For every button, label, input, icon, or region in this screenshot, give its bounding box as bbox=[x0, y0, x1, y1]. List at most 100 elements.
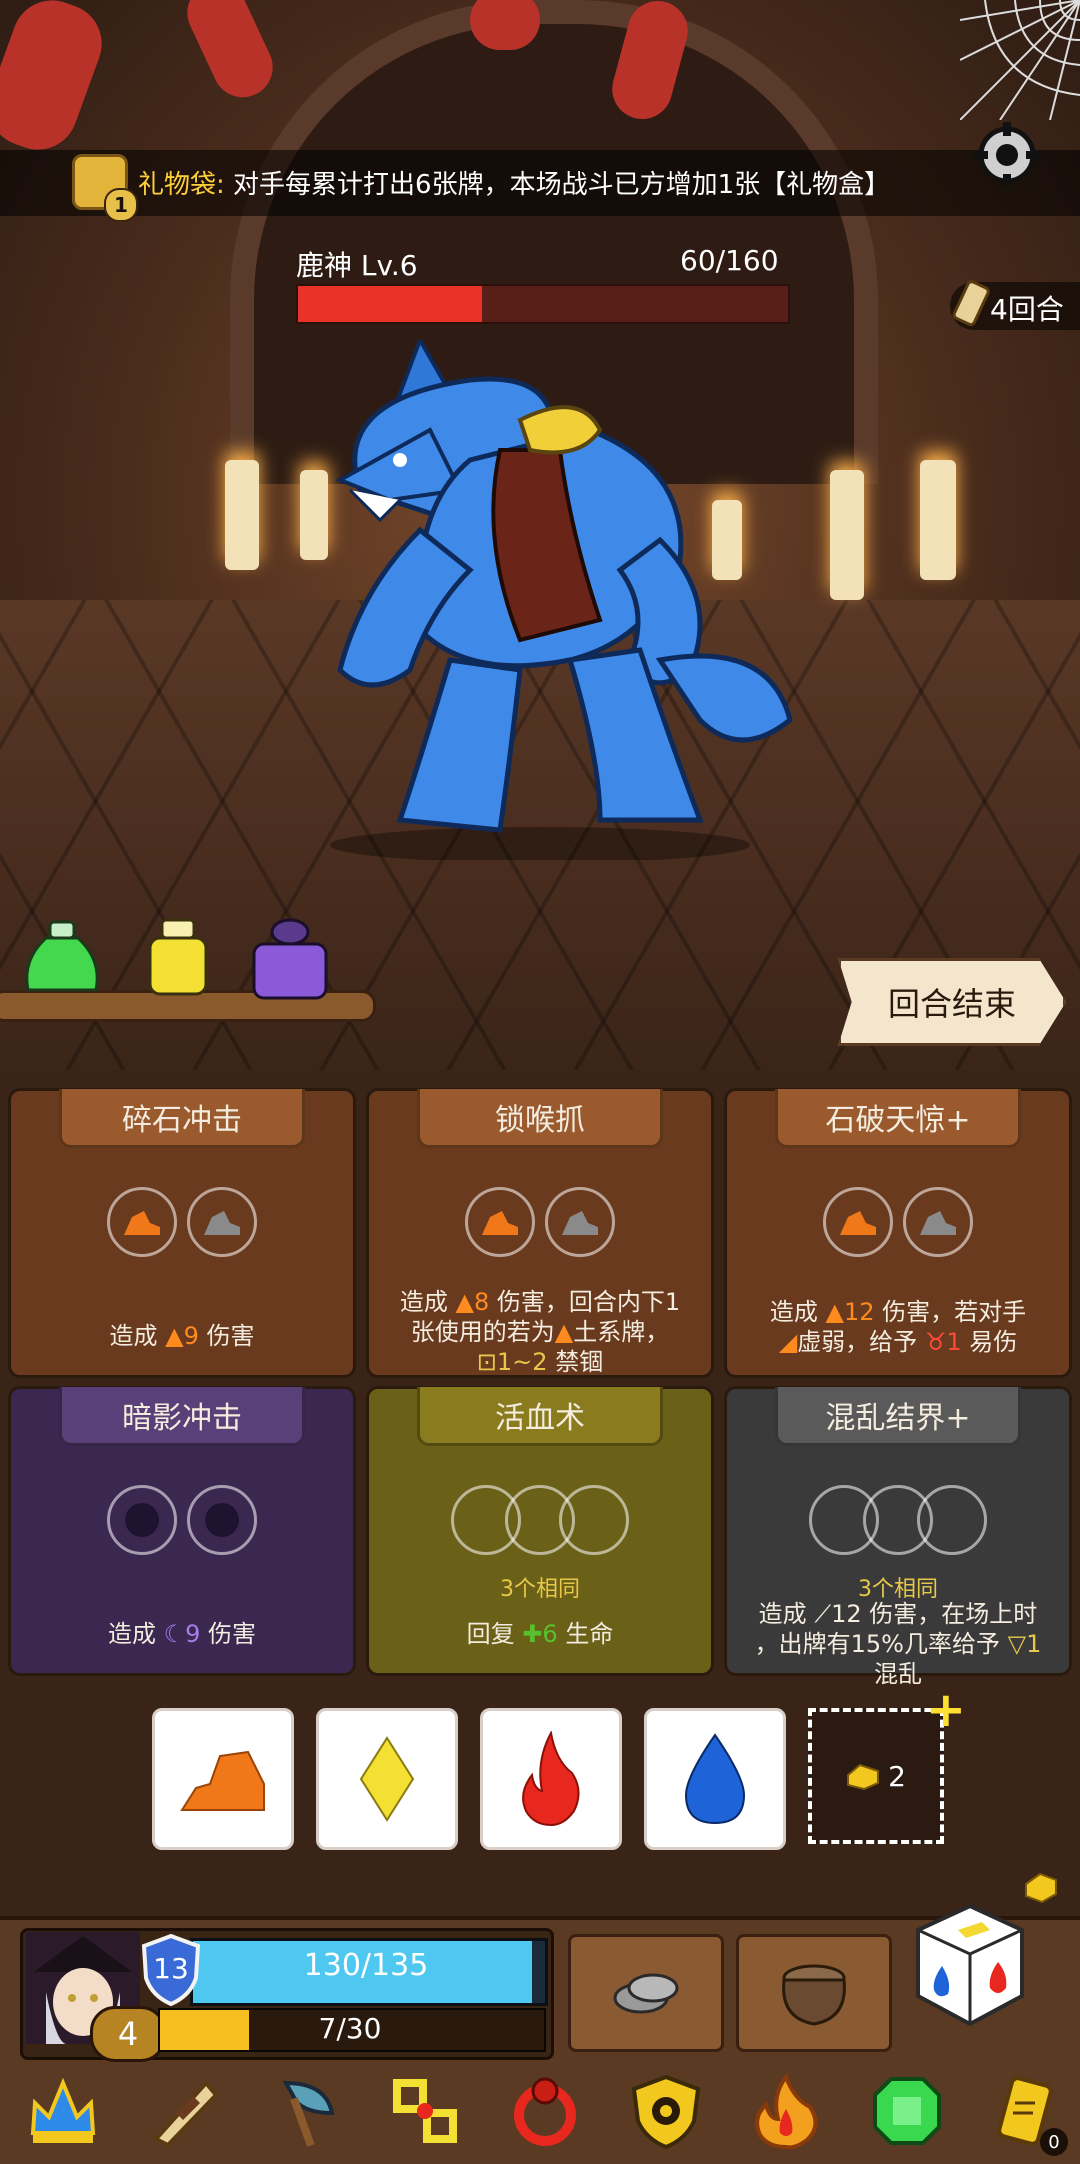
desc-text: ，出牌有15%几率给予 bbox=[754, 1630, 1008, 1658]
desc-text: 造成 bbox=[107, 1620, 164, 1648]
desc-text: 生命 bbox=[557, 1620, 614, 1648]
yellow-potion-icon[interactable] bbox=[140, 918, 216, 1002]
skill-card[interactable]: 混乱结界+ 3个相同 造成 ⟋12 伤害，在场上时 ，出牌有15%几率给予 ▽1… bbox=[724, 1386, 1072, 1688]
tentacle-decoration bbox=[0, 0, 113, 161]
earth-slot[interactable] bbox=[823, 1187, 893, 1257]
horn-icon[interactable] bbox=[141, 2068, 227, 2154]
confusion-icon: ▽ bbox=[1007, 1630, 1027, 1658]
gift-title: 礼物袋 bbox=[138, 170, 217, 200]
water-die-icon bbox=[684, 1733, 746, 1825]
desc-text: 伤害 bbox=[200, 1620, 257, 1648]
gold-bar-icon bbox=[1025, 1872, 1057, 1904]
dice-slots bbox=[727, 1485, 1069, 1555]
fire-die-icon bbox=[522, 1731, 580, 1827]
confusion-value: 1 bbox=[1026, 1630, 1042, 1658]
earth-slot[interactable] bbox=[465, 1187, 535, 1257]
shield-icon[interactable] bbox=[623, 2068, 709, 2154]
werewolf-enemy[interactable] bbox=[270, 340, 810, 860]
desc-text: 禁锢 bbox=[547, 1348, 604, 1376]
desc-text: 造成 bbox=[399, 1288, 456, 1316]
desc-text: 造成 bbox=[758, 1600, 815, 1628]
earth-icon bbox=[124, 1211, 160, 1235]
stone-slot[interactable] bbox=[545, 1187, 615, 1257]
add-die-plus[interactable]: + bbox=[926, 1682, 966, 1738]
earth-slot[interactable] bbox=[107, 1187, 177, 1257]
vulnerable-value: 1 bbox=[946, 1328, 962, 1356]
damage-value: 12 bbox=[843, 1298, 875, 1326]
lightning-die-icon bbox=[359, 1736, 415, 1822]
moon-slot[interactable] bbox=[187, 1485, 257, 1555]
treasure-pot-button[interactable] bbox=[736, 1934, 892, 2052]
desc-text: 伤害，若对手 bbox=[874, 1298, 1027, 1326]
earth-icon: ▲ bbox=[455, 1288, 474, 1316]
gold-bar-icon bbox=[847, 1763, 880, 1791]
treasure-pot-icon bbox=[782, 1964, 846, 2026]
card-description: 造成 ▲12 伤害，若对手 ◢虚弱，给予 ♉1 易伤 bbox=[743, 1297, 1053, 1357]
earth-icon: ▲ bbox=[825, 1298, 844, 1326]
skill-card[interactable]: 暗影冲击 造成 ☾9 伤害 bbox=[8, 1386, 356, 1676]
damage-value: 9 bbox=[185, 1620, 201, 1648]
gift-colon: : bbox=[216, 170, 225, 200]
lock-value: 1~2 bbox=[496, 1348, 548, 1376]
empty-slot[interactable] bbox=[559, 1485, 629, 1555]
tentacle-decoration bbox=[470, 0, 540, 50]
desc-text: 伤害 bbox=[198, 1322, 255, 1350]
scroll-icon[interactable]: 0 bbox=[984, 2068, 1070, 2156]
empty-slot[interactable] bbox=[917, 1485, 987, 1555]
stone-slot[interactable] bbox=[903, 1187, 973, 1257]
damage-value: 12 bbox=[831, 1600, 862, 1628]
candle bbox=[225, 460, 259, 570]
skill-card[interactable]: 锁喉抓 造成 ▲8 伤害，回合内下1 张使用的若为▲土系牌， ⊡1~2 禁锢 bbox=[366, 1088, 714, 1378]
card-title: 石破天惊+ bbox=[775, 1089, 1021, 1148]
settings-gear-icon[interactable] bbox=[972, 120, 1042, 190]
water-die[interactable] bbox=[644, 1708, 786, 1850]
spider-web-icon bbox=[960, 0, 1080, 120]
card-description: 造成 ☾9 伤害 bbox=[27, 1619, 337, 1649]
coin-slot-button[interactable] bbox=[568, 1934, 724, 2052]
same-requirement: 3个相同 bbox=[500, 1577, 580, 1602]
coins-icon bbox=[613, 1973, 679, 2014]
card-description: 回复 ✚6 生命 bbox=[385, 1619, 695, 1649]
dice-slots bbox=[11, 1187, 353, 1257]
purple-potion-icon[interactable] bbox=[248, 918, 332, 1004]
skill-card[interactable]: 石破天惊+ 造成 ▲12 伤害，若对手 ◢虚弱，给予 ♉1 易伤 bbox=[724, 1088, 1072, 1378]
dice-slots bbox=[369, 1187, 711, 1257]
crown-icon[interactable] bbox=[20, 2068, 106, 2154]
skill-card[interactable]: 碎石冲击 造成 ▲9 伤害 bbox=[8, 1088, 356, 1378]
card-description: 造成 ▲8 伤害，回合内下1 张使用的若为▲土系牌， ⊡1~2 禁锢 bbox=[385, 1287, 695, 1377]
lightning-die[interactable] bbox=[316, 1708, 458, 1850]
candle bbox=[920, 460, 956, 580]
stone-slot[interactable] bbox=[187, 1187, 257, 1257]
gift-effect-text: 礼物袋: 对手每累计打出6张牌，本场战斗已方增加1张【礼物盒】 bbox=[138, 164, 890, 201]
moon-slot[interactable] bbox=[107, 1485, 177, 1555]
damage-value: 8 bbox=[473, 1288, 490, 1316]
skill-card-grid: 碎石冲击 造成 ▲9 伤害 锁喉抓 造成 ▲8 伤害，回合内下1 张使用的若为▲… bbox=[8, 1088, 1072, 1688]
earth-die-icon bbox=[180, 1750, 265, 1811]
axe-icon[interactable] bbox=[261, 2068, 347, 2154]
desc-text: 伤害，回合内下1 bbox=[489, 1288, 681, 1316]
emerald-icon[interactable] bbox=[864, 2068, 950, 2154]
skill-card[interactable]: 活血术 3个相同 回复 ✚6 生命 bbox=[366, 1386, 714, 1676]
card-description: 造成 ▲9 伤害 bbox=[27, 1321, 337, 1351]
chain-icon[interactable] bbox=[382, 2068, 468, 2154]
dice-hand: 2 + bbox=[152, 1682, 966, 1850]
end-turn-button[interactable]: 回合结束 bbox=[838, 958, 1066, 1046]
enemy-hp-text: 60/160 bbox=[680, 244, 779, 277]
dice-slots bbox=[11, 1485, 353, 1555]
desc-text: 混乱 bbox=[874, 1660, 922, 1688]
card-description: 造成 ⟋12 伤害，在场上时 ，出牌有15%几率给予 ▽1 混乱 bbox=[743, 1599, 1053, 1689]
desc-text: 土系牌， bbox=[573, 1318, 670, 1346]
candle bbox=[830, 470, 864, 600]
earth-die[interactable] bbox=[152, 1708, 294, 1850]
desc-text: 造成 bbox=[109, 1322, 166, 1350]
roll-dice-button[interactable] bbox=[910, 1900, 1030, 2030]
ring-icon[interactable] bbox=[502, 2068, 588, 2154]
green-potion-icon[interactable] bbox=[18, 920, 106, 1002]
add-die-slot[interactable]: 2 + bbox=[808, 1682, 966, 1844]
earth-icon bbox=[482, 1211, 518, 1235]
fire-die[interactable] bbox=[480, 1708, 622, 1850]
weak-icon: ◢ bbox=[778, 1328, 798, 1356]
card-title: 暗影冲击 bbox=[59, 1387, 305, 1446]
flame-icon[interactable] bbox=[743, 2068, 829, 2154]
enemy-name-level: 鹿神 Lv.6 bbox=[296, 249, 418, 282]
